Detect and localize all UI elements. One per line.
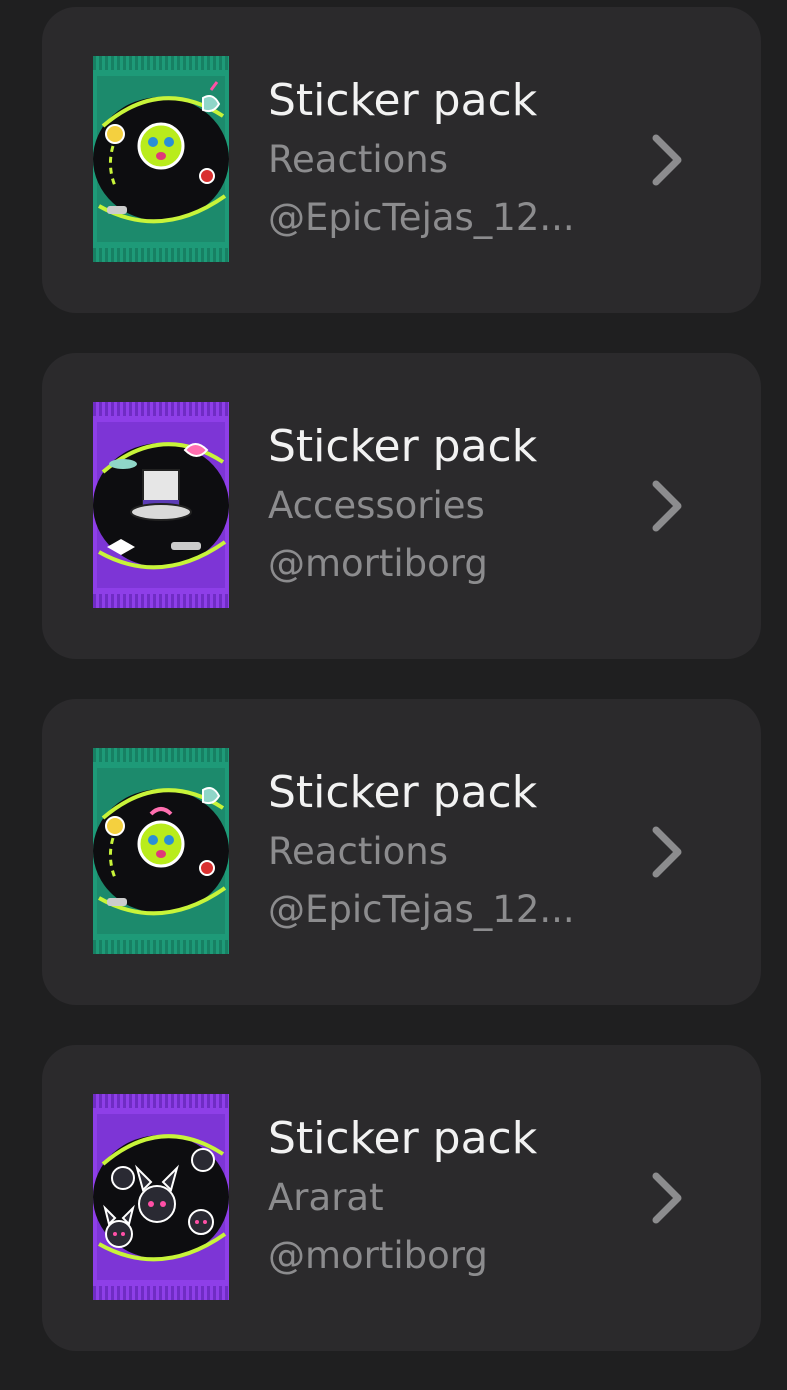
sticker-pack-card[interactable]: Sticker pack Reactions @EpicTejas_12... — [42, 699, 761, 1005]
sticker-pack-info: Sticker pack Reactions @EpicTejas_12... — [268, 71, 608, 247]
sticker-pack-info: Sticker pack Reactions @EpicTejas_12... — [268, 763, 608, 939]
sticker-pack-author[interactable]: @EpicTejas_12... — [268, 881, 588, 939]
sticker-pack-list: Sticker pack Reactions @EpicTejas_12... — [0, 0, 787, 1390]
sticker-pack-category: Accessories — [268, 484, 485, 527]
sticker-pack-card[interactable]: Sticker pack Ararat @mortiborg — [42, 1045, 761, 1351]
sticker-pack-category: Ararat — [268, 1176, 384, 1219]
chevron-right-icon — [652, 134, 682, 186]
sticker-pack-card[interactable]: Sticker pack Reactions @EpicTejas_12... — [42, 7, 761, 313]
sticker-pack-thumbnail — [93, 748, 229, 954]
sticker-pack-thumbnail — [93, 402, 229, 608]
sticker-pack-thumbnail — [93, 1094, 229, 1300]
chevron-right-icon — [652, 480, 682, 532]
sticker-pack-info: Sticker pack Accessories @mortiborg — [268, 417, 608, 593]
sticker-pack-author[interactable]: @EpicTejas_12... — [268, 189, 588, 247]
sticker-pack-title: Sticker pack — [268, 767, 538, 818]
sticker-pack-category: Reactions — [268, 830, 448, 873]
sticker-pack-title: Sticker pack — [268, 75, 538, 126]
chevron-right-icon — [652, 1172, 682, 1224]
sticker-pack-title: Sticker pack — [268, 421, 538, 472]
sticker-pack-author[interactable]: @mortiborg — [268, 1227, 588, 1285]
sticker-pack-card[interactable]: Sticker pack Accessories @mortiborg — [42, 353, 761, 659]
sticker-pack-info: Sticker pack Ararat @mortiborg — [268, 1109, 608, 1285]
sticker-pack-category: Reactions — [268, 138, 448, 181]
sticker-pack-thumbnail — [93, 56, 229, 262]
sticker-pack-author[interactable]: @mortiborg — [268, 535, 588, 593]
chevron-right-icon — [652, 826, 682, 878]
sticker-pack-title: Sticker pack — [268, 1113, 538, 1164]
